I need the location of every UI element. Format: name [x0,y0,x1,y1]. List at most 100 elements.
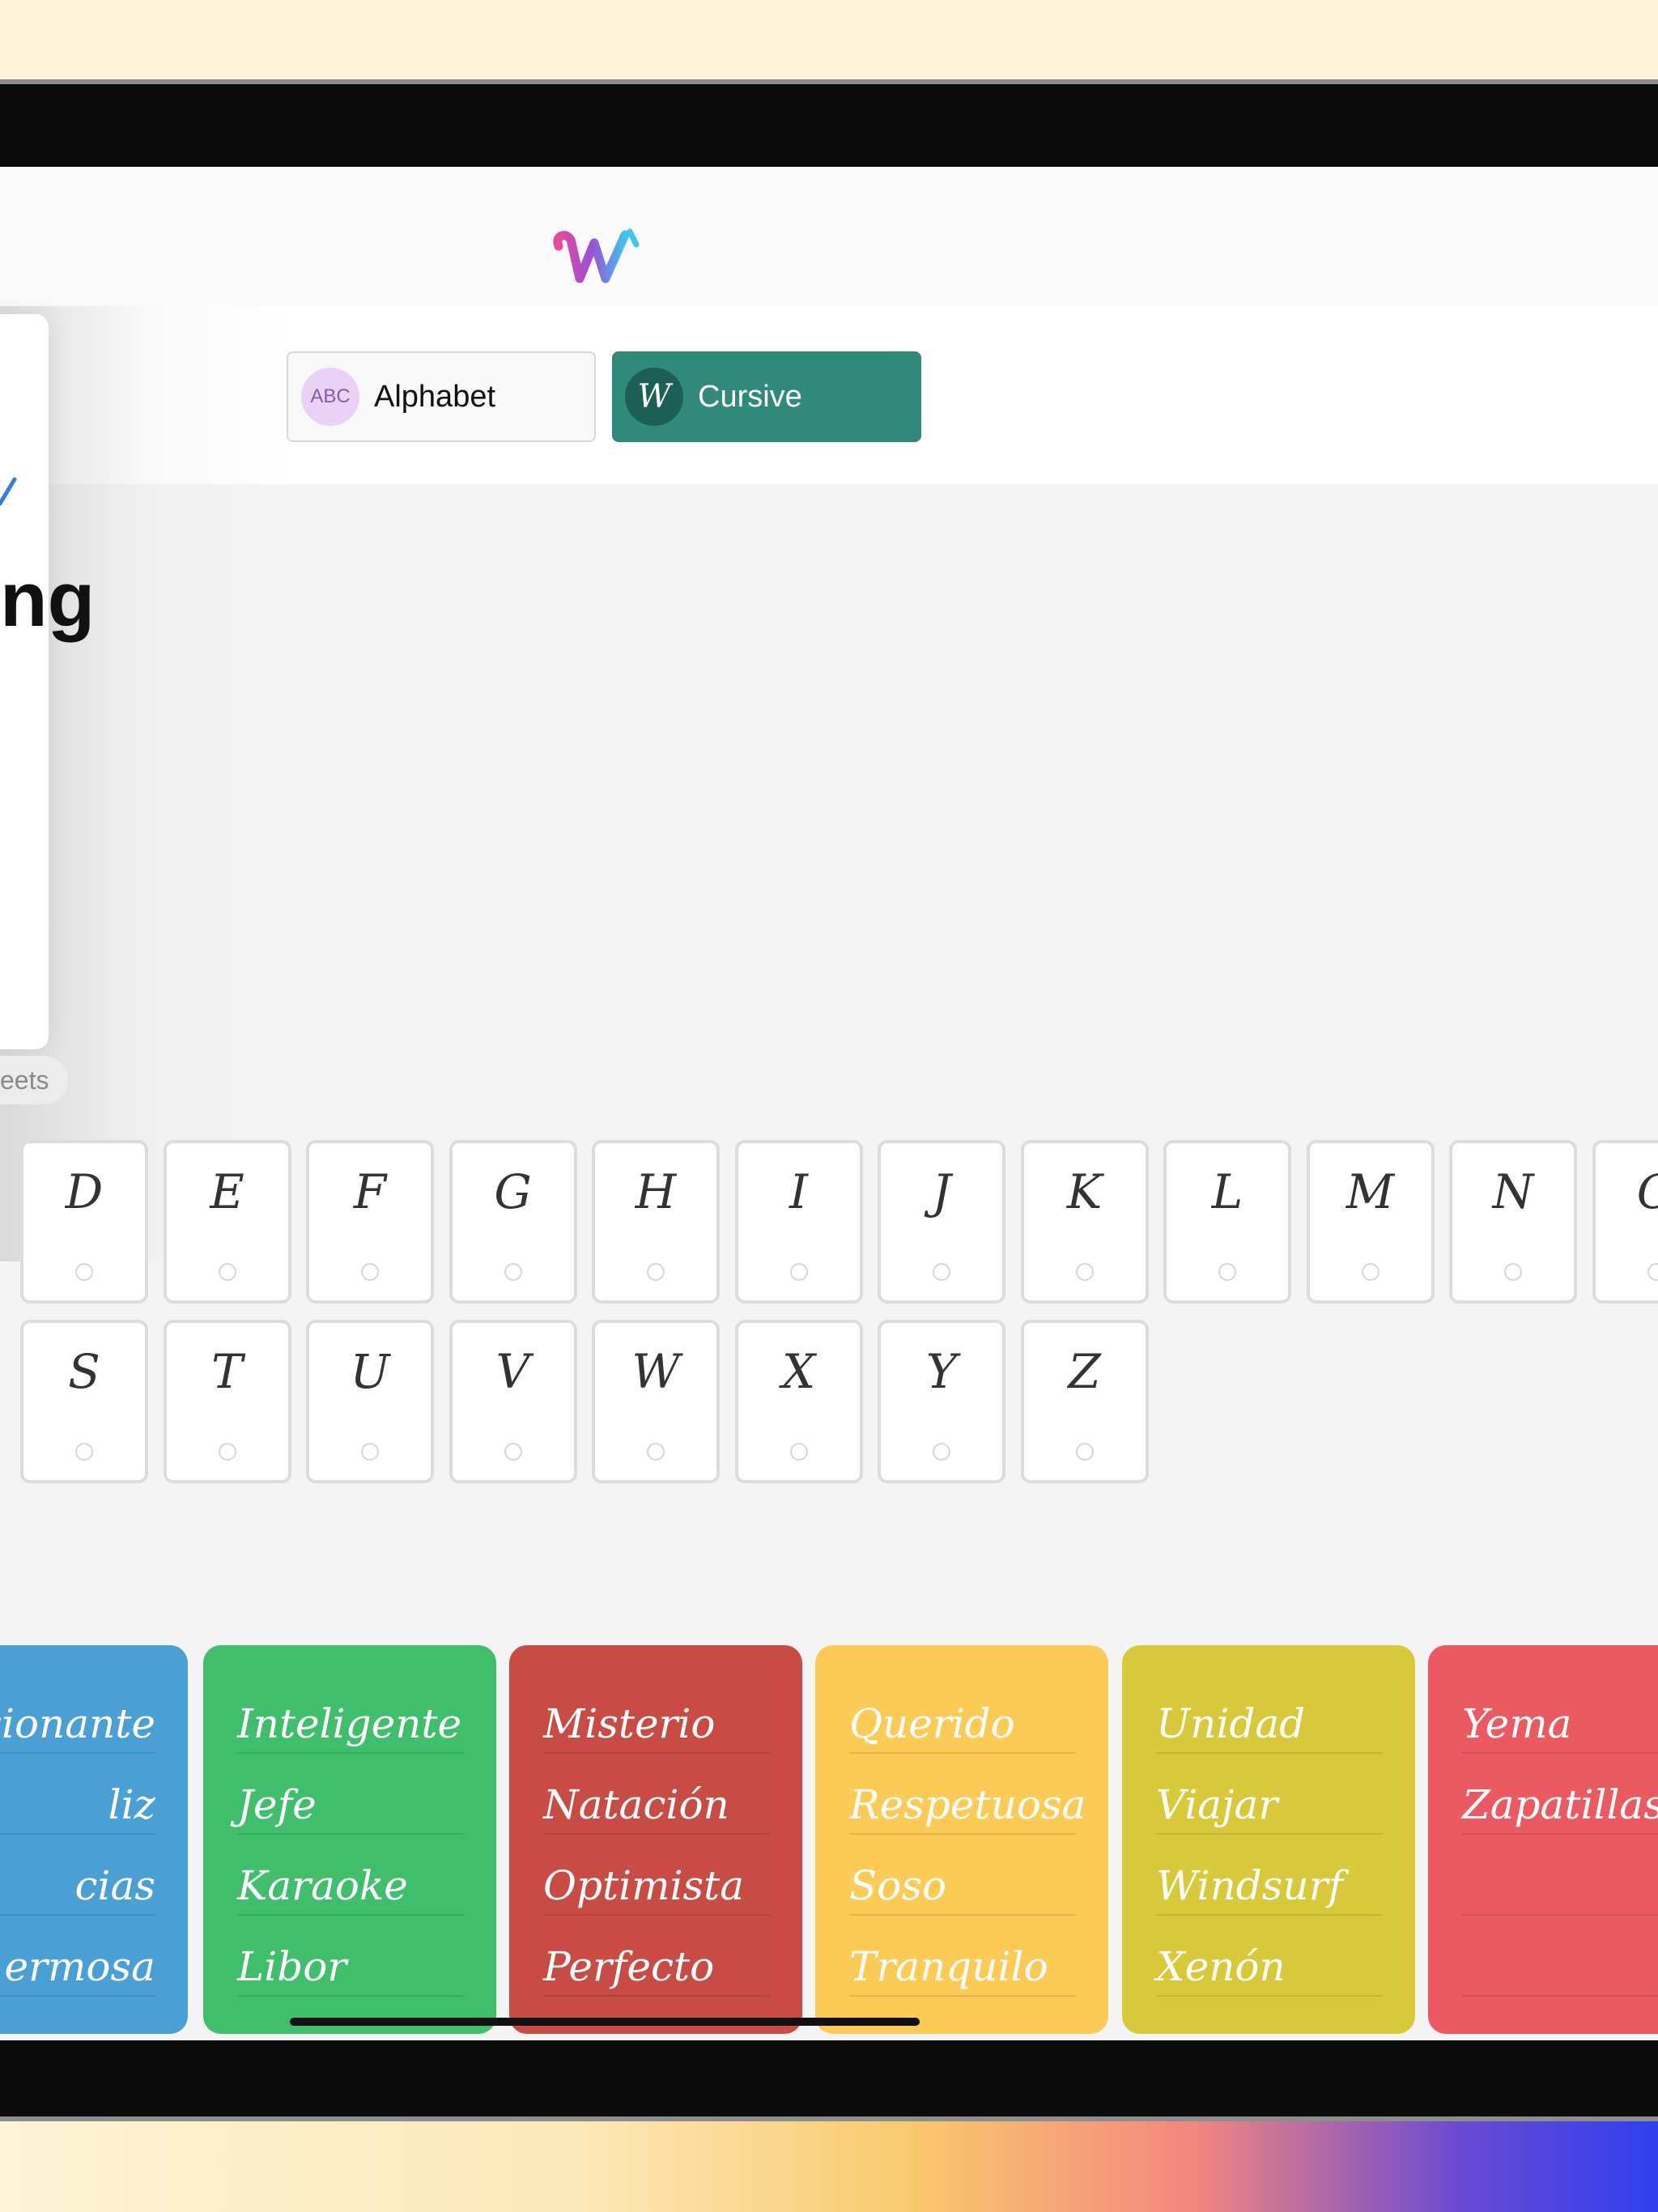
word-card[interactable]: Inteligente Jefe Karaoke Libor [203,1645,496,2034]
letter-tile-m[interactable]: M [1306,1140,1435,1304]
background-gradient [0,2113,1658,2212]
letter-tile-g[interactable]: G [449,1140,577,1304]
letter-tile-h[interactable]: H [592,1140,720,1304]
w-badge-icon: W [625,368,683,426]
progress-dot-icon [1361,1263,1380,1281]
word-label: Respetuosa [849,1781,1086,1828]
letter-glyph: N [1492,1164,1534,1219]
letter-glyph: L [1211,1164,1244,1219]
word-line: Karaoke [237,1835,464,1916]
word-line: Inteligente [237,1673,464,1754]
word-line: cias [0,1835,155,1916]
letter-tile-k[interactable]: K [1020,1140,1149,1304]
word-label: Yema [1462,1700,1572,1747]
letter-tile-i[interactable]: I [734,1140,863,1304]
letter-glyph: G [494,1164,532,1219]
letter-tile-f[interactable]: F [306,1140,434,1304]
word-line: ermosa [0,1916,155,1997]
progress-dot-icon [933,1263,950,1281]
word-line: Yema [1462,1673,1658,1754]
app-screen: ABC Alphabet W Cursive ng eets D E F G H I J K L… [0,167,1658,2040]
progress-dot-icon [1218,1263,1236,1281]
letter-tile-j[interactable]: J [878,1140,1005,1304]
device-bezel-bottom [0,2039,1658,2121]
letter-tile-z[interactable]: Z [1020,1320,1149,1483]
letter-glyph: E [210,1164,244,1219]
progress-dot-icon [647,1443,665,1461]
letter-glyph: Y [925,1344,958,1399]
letter-tile-t[interactable]: T [163,1320,291,1483]
progress-dot-icon [789,1263,808,1281]
word-label: Karaoke [237,1862,408,1909]
progress-dot-icon [361,1263,379,1281]
letter-tile-n[interactable]: N [1449,1140,1577,1304]
progress-dot-icon [75,1263,93,1281]
progress-dot-icon [933,1443,950,1461]
word-line: Unidad [1156,1673,1383,1754]
letter-tile-s[interactable]: S [20,1320,148,1483]
word-line: mocionante [0,1673,155,1754]
letter-tile-y[interactable]: Y [878,1320,1005,1483]
segment-cursive[interactable]: W Cursive [612,351,921,442]
word-card[interactable]: Misterio Natación Optimista Perfecto [509,1645,802,2034]
word-line [1462,1835,1658,1916]
side-panel-card[interactable] [0,314,49,1049]
word-label: cias [74,1862,155,1909]
home-indicator[interactable] [290,2018,920,2026]
word-label: Libor [237,1943,347,1990]
letter-glyph: V [495,1344,530,1399]
progress-dot-icon [218,1443,236,1461]
word-line: Xenón [1156,1916,1383,1997]
word-line: Perfecto [543,1916,770,1997]
progress-dot-icon [504,1443,522,1461]
progress-dot-icon [75,1443,93,1461]
letter-tile-u[interactable]: U [306,1320,434,1483]
word-card[interactable]: Querido Respetuosa Soso Tranquilo [815,1645,1108,2034]
word-label: ermosa [4,1943,155,1990]
check-icon [0,477,17,506]
segment-alphabet[interactable]: ABC Alphabet [287,351,596,442]
letter-tile-o[interactable]: O [1592,1140,1658,1304]
letter-glyph: T [211,1344,243,1399]
letter-tile-e[interactable]: E [163,1140,291,1304]
page-title: ng [0,556,96,643]
letter-glyph: F [353,1164,387,1219]
word-line: Querido [849,1673,1076,1754]
word-label: liz [108,1781,155,1828]
progress-dot-icon [647,1263,665,1281]
letter-glyph: D [65,1164,104,1219]
abc-badge-icon: ABC [301,368,359,426]
word-line: Optimista [543,1835,770,1916]
worksheets-pill[interactable]: eets [0,1056,69,1104]
letter-glyph: O [1596,1164,1658,1219]
word-label: Misterio [543,1700,716,1747]
word-line: liz [0,1754,155,1835]
word-card[interactable]: mocionante liz cias ermosa [0,1645,188,2034]
word-line: Respetuosa [849,1754,1086,1835]
word-line: Tranquilo [849,1916,1076,1997]
word-line: Windsurf [1156,1835,1383,1916]
progress-dot-icon [1075,1443,1094,1461]
word-label: Windsurf [1156,1862,1343,1909]
word-card[interactable]: Yema Zapatillas [1428,1645,1658,2034]
word-line: Jefe [237,1754,464,1835]
word-line: Viajar [1156,1754,1383,1835]
letter-glyph: X [781,1344,816,1399]
letter-tile-v[interactable]: V [449,1320,577,1483]
word-label: Querido [849,1700,1015,1747]
word-card[interactable]: Unidad Viajar Windsurf Xenón [1122,1645,1415,2034]
letter-tile-x[interactable]: X [734,1320,863,1483]
letter-glyph: J [932,1164,951,1219]
word-label: Inteligente [237,1700,462,1747]
word-label: Tranquilo [849,1943,1048,1990]
letter-tile-d[interactable]: D [20,1140,148,1304]
word-line: Misterio [543,1673,770,1754]
segment-alphabet-label: Alphabet [374,379,496,414]
progress-dot-icon [361,1443,379,1461]
word-label: Jefe [237,1781,317,1828]
letter-glyph: K [1066,1164,1103,1219]
letter-tile-w[interactable]: W [592,1320,720,1483]
letter-tile-l[interactable]: L [1163,1140,1291,1304]
word-line: Libor [237,1916,464,1997]
letter-glyph: U [350,1344,390,1399]
